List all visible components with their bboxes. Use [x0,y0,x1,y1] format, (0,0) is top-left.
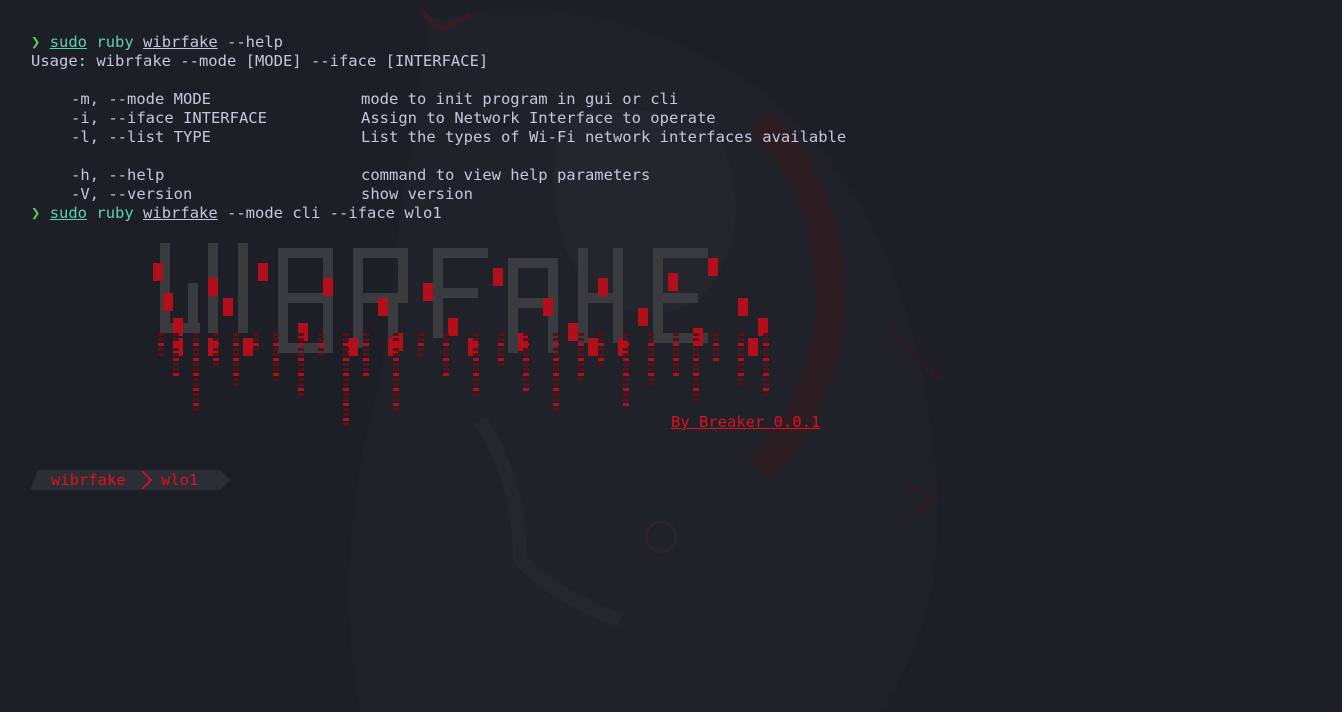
banner-credit: By Breaker 0.0.1 [671,413,821,431]
cmd-args: --mode cli --iface wlo1 [217,204,442,222]
option-desc: show version [361,185,473,203]
option-desc: Assign to Network Interface to operate [361,109,716,127]
cmd-file: wibrfake [143,33,218,51]
command-line-run: ❯ sudo ruby wibrfake --mode cli --iface … [31,204,1311,223]
option-desc: List the types of Wi-Fi network interfac… [361,128,847,146]
ascii-banner-logo [148,238,778,438]
cmd-sudo: sudo [49,204,88,222]
powerline-app: wibrfake [51,471,126,489]
option-row: -V, --version show version [31,185,1311,204]
option-row: -i, --iface INTERFACE Assign to Network I… [31,109,1311,128]
cmd-sudo: sudo [49,33,88,51]
banner-art [153,243,769,426]
option-row: -h, --help command to view help parameter… [31,166,1311,185]
prompt-arrow-icon: ❯ [31,204,41,222]
cmd-file: wibrfake [143,204,218,222]
terminal-output: ❯ sudo ruby wibrfake --help Usage: wibrf… [31,33,1311,223]
usage-line: Usage: wibrfake --mode [MODE] --iface [I… [31,52,489,70]
option-flag: -i, --iface INTERFACE [71,109,267,127]
cmd-ruby: ruby [96,33,134,51]
command-line-help: ❯ sudo ruby wibrfake --help [31,33,1311,52]
cmd-ruby: ruby [96,204,134,222]
option-desc: mode to init program in gui or cli [361,90,679,108]
option-desc: command to view help parameters [361,166,651,184]
option-flag: -h, --help [71,166,165,184]
option-flag: -V, --version [71,185,193,203]
cmd-args: --help [217,33,284,51]
option-row: -m, --mode MODE mode to init program in g… [31,90,1311,109]
option-row: -l, --list TYPE List the types of Wi-Fi n… [31,128,1311,147]
option-flag: -m, --mode MODE [71,90,211,108]
option-flag: -l, --list TYPE [71,128,211,146]
prompt-arrow-icon: ❯ [31,33,41,51]
powerline-iface: wlo1 [161,471,199,489]
